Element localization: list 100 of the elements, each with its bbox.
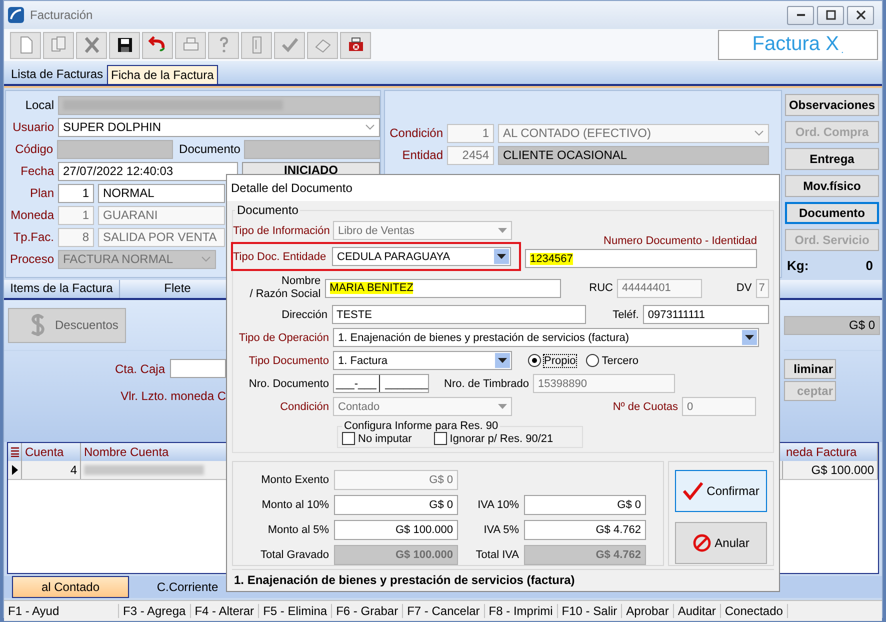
amount-field[interactable]: G$ 0	[524, 495, 646, 515]
brand-name: Factura X	[752, 32, 839, 56]
prohibited-icon	[692, 534, 711, 552]
field-label: Tipo Documento	[248, 354, 329, 368]
field-label: Código	[14, 142, 54, 156]
dropdown-arrow-icon	[498, 228, 507, 233]
field-label: Total IVA	[474, 549, 519, 561]
status-item: Auditar	[674, 604, 721, 618]
radio-option[interactable]: Propio	[528, 354, 576, 367]
field-label: Monto Exento	[260, 474, 329, 486]
id-number-field[interactable]: 1234567	[525, 249, 757, 268]
table-cell: G$ 100.000	[783, 461, 878, 479]
maximize-button[interactable]	[817, 6, 844, 24]
amount-field[interactable]: G$ 0	[334, 495, 458, 515]
field-label: Nro. de Timbrado	[443, 378, 529, 390]
total-field[interactable]: G$ 0	[784, 316, 880, 334]
field-label: Entidad	[401, 148, 443, 162]
field-label: Condición	[279, 400, 329, 414]
status-item: F6 - Grabar	[332, 604, 404, 618]
chevron-down-icon	[201, 256, 211, 262]
amount-field[interactable]: G$ 4.762	[524, 520, 646, 540]
status-item: Aprobar	[622, 604, 674, 618]
group-title: Configura Informe para Res. 90	[343, 420, 500, 432]
list-icon	[10, 447, 18, 457]
field-label: Monto al 10%	[260, 499, 329, 511]
maximize-icon	[826, 10, 836, 20]
app-icon	[8, 7, 24, 23]
user-dropdown[interactable]: SUPER DOLPHIN	[58, 118, 380, 136]
action-button[interactable]: liminar	[784, 359, 836, 379]
amount-field[interactable]: G$ 100.000	[334, 520, 458, 540]
name-field[interactable]: NORMAL	[98, 184, 225, 202]
field-label: Proceso	[8, 252, 54, 266]
field-label: Dirección	[280, 308, 328, 322]
status-item: F3 - Agrega	[119, 604, 191, 618]
table-cell: 4	[22, 461, 81, 479]
cash-account-field[interactable]	[170, 359, 226, 378]
document-field[interactable]	[244, 140, 380, 158]
field-label: Nro. Documento	[248, 376, 329, 390]
field-label: Condición	[388, 126, 443, 140]
date-field[interactable]: 27/07/2022 12:40:03	[58, 162, 238, 180]
toolbar-button[interactable]	[340, 32, 371, 58]
checkbox-option[interactable]: No imputar	[342, 432, 412, 445]
cancel-button[interactable]: Anular	[675, 522, 767, 564]
code-field[interactable]	[57, 140, 174, 158]
field-label: Cta. Caja	[114, 362, 165, 376]
field-label: Tp.Fac.	[12, 230, 54, 244]
side-button[interactable]: Observaciones	[785, 94, 879, 116]
address-field[interactable]: TESTE	[332, 305, 586, 324]
status-item: F10 - Salir	[558, 604, 622, 618]
field-label: Moneda	[10, 208, 54, 222]
chevron-down-icon	[365, 124, 375, 130]
side-button[interactable]: Entrega	[785, 148, 879, 170]
status-item: F8 - Imprimi	[484, 604, 558, 618]
field-label: Total Gravado	[260, 549, 329, 561]
document-number-field[interactable]: ___-___ _______	[333, 374, 429, 393]
document-type-dropdown[interactable]: 1. Factura	[333, 351, 512, 370]
toolbar-button[interactable]	[109, 32, 140, 58]
field-label: Nombre / Razón Social	[248, 275, 321, 301]
status-text: 1. Enajenación de bienes y prestación de servicios (factura)	[234, 573, 575, 587]
minimize-icon	[796, 14, 804, 16]
status-item: F5 - Elimina	[259, 604, 332, 618]
status-item: F7 - Cancelar	[403, 604, 485, 618]
window-title: Facturación	[30, 8, 94, 22]
dialog-title: Detalle del Documento	[227, 175, 779, 201]
field-label: Monto al 5%	[266, 524, 329, 536]
dollar-icon	[29, 312, 47, 338]
group-title: Documento	[236, 203, 300, 217]
tab[interactable]: Items de la Factura	[4, 280, 120, 298]
phone-field[interactable]: 0973111111	[642, 305, 770, 324]
chevron-down-icon	[754, 130, 764, 136]
field-label: Tipo de Operación	[238, 330, 329, 344]
status-item: F4 - Alterar	[190, 604, 260, 618]
dropdown-arrow-icon	[498, 404, 507, 409]
field-label: Vlr. Lzto. moneda C	[120, 389, 226, 403]
operation-type-dropdown[interactable]: 1. Enajenación de bienes y prestación de servicios (factura)	[333, 328, 759, 347]
side-button[interactable]: Documento	[785, 202, 879, 224]
side-button[interactable]: Mov.físico	[785, 175, 879, 197]
tab[interactable]: al Contado	[12, 576, 129, 598]
brand-mark: .	[840, 45, 844, 56]
check-icon	[280, 35, 300, 55]
entity-field[interactable]: CLIENTE OCASIONAL	[498, 146, 769, 164]
field-label: DV	[735, 282, 752, 294]
minimize-button[interactable]	[787, 6, 814, 24]
field-label: Nº de Cuotas	[612, 400, 678, 412]
close-icon	[856, 10, 866, 20]
doc-type-dropdown[interactable]: CEDULA PARAGUAYA	[332, 247, 511, 266]
checkbox-option[interactable]: Ignorar p/ Res. 90/21	[434, 432, 554, 445]
code-field[interactable]: 1	[58, 184, 94, 202]
local-field[interactable]	[58, 96, 380, 114]
weight-label: Kg:	[787, 258, 809, 273]
tab[interactable]: Lista de Facturas	[7, 64, 108, 84]
field-label: IVA 5%	[482, 524, 519, 536]
radio-option[interactable]: Tercero	[586, 354, 638, 367]
tab[interactable]: Ficha de la Factura	[107, 65, 218, 84]
close-button[interactable]	[847, 6, 874, 24]
confirm-button[interactable]: Confirmar	[675, 470, 767, 512]
field-label: IVA 10%	[476, 499, 519, 511]
weight-value: 0	[866, 258, 873, 273]
check-icon	[682, 482, 703, 500]
status-item: F1 - Ayud	[4, 604, 119, 618]
